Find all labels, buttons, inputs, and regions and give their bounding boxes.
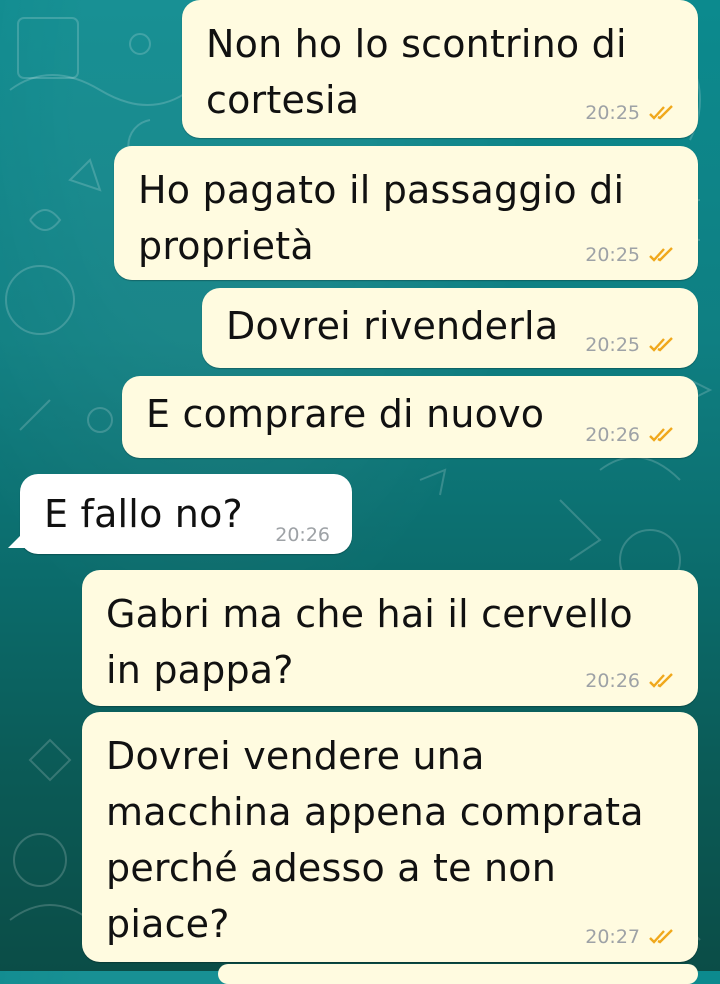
outgoing-message-partial bbox=[218, 964, 698, 984]
outgoing-message[interactable]: Ho pagato il passaggio di proprietà 20:2… bbox=[114, 146, 698, 280]
outgoing-message[interactable]: Dovrei rivenderla 20:25 bbox=[202, 288, 698, 368]
double-check-icon bbox=[648, 929, 676, 945]
message-meta: 20:25 bbox=[585, 334, 676, 356]
message-meta: 20:27 bbox=[585, 926, 676, 948]
message-time: 20:25 bbox=[585, 244, 640, 266]
message-text: Dovrei vendere una macchina appena compr… bbox=[106, 734, 644, 946]
message-time: 20:27 bbox=[585, 926, 640, 948]
message-meta: 20:26 bbox=[275, 524, 330, 546]
outgoing-message[interactable]: E comprare di nuovo 20:26 bbox=[122, 376, 698, 458]
message-meta: 20:26 bbox=[585, 670, 676, 692]
double-check-icon bbox=[648, 673, 676, 689]
message-time: 20:25 bbox=[585, 102, 640, 124]
double-check-icon bbox=[648, 247, 676, 263]
message-meta: 20:26 bbox=[585, 424, 676, 446]
message-meta: 20:25 bbox=[585, 102, 676, 124]
double-check-icon bbox=[648, 427, 676, 443]
message-time: 20:26 bbox=[275, 524, 330, 546]
message-time: 20:25 bbox=[585, 334, 640, 356]
message-time: 20:26 bbox=[585, 670, 640, 692]
incoming-message[interactable]: E fallo no? 20:26 bbox=[8, 474, 352, 554]
message-time: 20:26 bbox=[585, 424, 640, 446]
message-meta: 20:25 bbox=[585, 244, 676, 266]
outgoing-message[interactable]: Non ho lo scontrino di cortesia 20:25 bbox=[182, 0, 698, 138]
double-check-icon bbox=[648, 105, 676, 121]
outgoing-message[interactable]: Gabri ma che hai il cervello in pappa? 2… bbox=[82, 570, 698, 706]
outgoing-message[interactable]: Dovrei vendere una macchina appena compr… bbox=[82, 712, 698, 962]
double-check-icon bbox=[648, 337, 676, 353]
